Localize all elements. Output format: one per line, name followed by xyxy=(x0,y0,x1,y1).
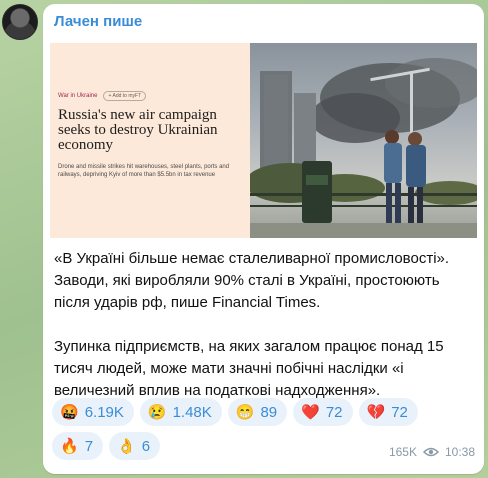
article-screenshot: War in Ukraine + Add to myFT Russia's ne… xyxy=(50,43,250,238)
reaction-fire[interactable]: 🔥 7 xyxy=(52,432,104,460)
photo-illustration xyxy=(250,58,477,238)
reaction-count: 72 xyxy=(325,403,343,421)
message-time: 10:38 xyxy=(444,445,475,459)
view-count: 165K xyxy=(388,445,417,459)
reaction-ok-hand[interactable]: 👌 6 xyxy=(109,432,161,460)
article-deck: Drone and missile strikes hit warehouses… xyxy=(58,164,230,178)
reaction-heart[interactable]: ❤️ 72 xyxy=(293,398,353,426)
eye-icon xyxy=(422,447,439,457)
fire-icon: 🔥 xyxy=(60,437,79,455)
message-meta: 165K 10:38 xyxy=(389,445,475,459)
reaction-count: 89 xyxy=(260,403,278,421)
article-headline: Russia's new air campaign seeks to destr… xyxy=(58,107,218,153)
reaction-grin[interactable]: 😁 89 xyxy=(227,398,288,426)
crying-face-icon: 😢 xyxy=(147,403,167,421)
angry-face-icon: 🤬 xyxy=(60,403,79,421)
reaction-count: 1.48K xyxy=(172,403,212,421)
message-paragraph-1: «В Україні більше немає сталеливарної пр… xyxy=(54,250,450,311)
ok-hand-icon: 👌 xyxy=(117,437,136,455)
broken-heart-icon: 💔 xyxy=(366,403,386,421)
reaction-angry[interactable]: 🤬 6.19K xyxy=(52,398,134,426)
media-preview[interactable]: War in Ukraine + Add to myFT Russia's ne… xyxy=(50,43,477,238)
article-tag-row: War in Ukraine + Add to myFT xyxy=(58,91,240,101)
reaction-count: 72 xyxy=(391,403,408,421)
article-photo xyxy=(250,43,477,238)
article-add-button: + Add to myFT xyxy=(103,91,147,101)
reaction-count: 6.19K xyxy=(84,403,124,421)
reaction-crying[interactable]: 😢 1.48K xyxy=(139,398,222,426)
channel-avatar[interactable] xyxy=(2,4,38,40)
reaction-count: 7 xyxy=(84,437,94,455)
article-tag: War in Ukraine xyxy=(58,93,98,99)
reaction-broken-heart[interactable]: 💔 72 xyxy=(358,398,418,426)
sender-name[interactable]: Лачен пише xyxy=(54,13,142,30)
message-text: «В Україні більше немає сталеливарної пр… xyxy=(54,248,474,402)
grin-face-icon: 😁 xyxy=(235,403,255,421)
message-bubble: Лачен пише War in Ukraine + Add to myFT … xyxy=(43,4,484,474)
heart-icon: ❤️ xyxy=(301,403,320,421)
message-paragraph-2: Зупинка підприємств, на яких загалом пра… xyxy=(54,338,444,399)
reaction-count: 6 xyxy=(141,437,151,455)
